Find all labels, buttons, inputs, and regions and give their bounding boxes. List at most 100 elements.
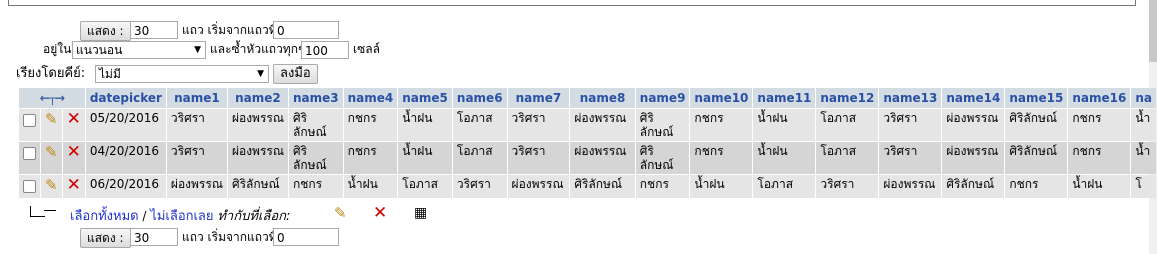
- table-cell[interactable]: ศิริ ลักษณ์: [288, 142, 343, 174]
- table-cell[interactable]: ผ่องพรรณ: [227, 109, 288, 141]
- table-cell[interactable]: โอภาส: [753, 175, 816, 198]
- table-cell[interactable]: 04/20/2016: [85, 142, 166, 174]
- table-cell[interactable]: น้ำ: [1131, 142, 1156, 174]
- table-cell[interactable]: วริศรา: [879, 109, 942, 141]
- table-cell[interactable]: วริศรา: [452, 175, 507, 198]
- edit-row-icon[interactable]: ✎: [45, 143, 58, 161]
- row-checkbox[interactable]: [23, 180, 36, 193]
- table-cell[interactable]: โอภาส: [816, 109, 879, 141]
- table-cell[interactable]: ผ่องพรรณ: [166, 175, 227, 198]
- column-header[interactable]: name2: [227, 88, 288, 108]
- table-cell[interactable]: กชกร: [690, 109, 753, 141]
- table-cell[interactable]: ศิริ ลักษณ์: [635, 109, 690, 141]
- edit-selected-icon[interactable]: ✎: [334, 205, 347, 221]
- table-cell[interactable]: โ: [1131, 175, 1156, 198]
- table-cell[interactable]: น้ำ: [1131, 109, 1156, 141]
- table-cell[interactable]: น้ำฝน: [1068, 175, 1131, 198]
- sort-key-select[interactable]: ไม่มี ▼: [95, 65, 269, 83]
- checkbox-cell[interactable]: [19, 175, 40, 198]
- row-checkbox[interactable]: [23, 114, 36, 127]
- column-header[interactable]: name1: [166, 88, 227, 108]
- column-arrows-icon[interactable]: ←┬→: [40, 91, 65, 105]
- delete-row-icon[interactable]: ✕: [67, 142, 81, 162]
- table-cell[interactable]: ศิริ ลักษณ์: [288, 109, 343, 141]
- column-header[interactable]: name8: [570, 88, 635, 108]
- table-cell[interactable]: ผ่องพรรณ: [879, 175, 942, 198]
- table-cell[interactable]: กชกร: [635, 175, 690, 198]
- column-header[interactable]: name6: [452, 88, 507, 108]
- edit-cell[interactable]: ✎: [41, 109, 62, 141]
- column-header[interactable]: datepicker: [85, 88, 166, 108]
- table-cell[interactable]: ผ่องพรรณ: [942, 109, 1005, 141]
- show-button-bottom[interactable]: แสดง :: [80, 228, 131, 248]
- table-cell[interactable]: ศิริลักษณ์: [570, 175, 635, 198]
- table-cell[interactable]: กชกร: [690, 142, 753, 174]
- table-cell[interactable]: ศิริลักษณ์: [942, 175, 1005, 198]
- column-header[interactable]: name10: [690, 88, 753, 108]
- table-cell[interactable]: กชกร: [343, 109, 398, 141]
- start-row-input[interactable]: 0: [273, 21, 339, 39]
- table-cell[interactable]: ศิริ ลักษณ์: [635, 142, 690, 174]
- table-cell[interactable]: ผ่องพรรณ: [942, 142, 1005, 174]
- table-cell[interactable]: น้ำฝน: [690, 175, 753, 198]
- column-header[interactable]: name4: [343, 88, 398, 108]
- go-button[interactable]: ลงมือ: [273, 64, 318, 84]
- edit-row-icon[interactable]: ✎: [45, 176, 58, 194]
- delete-cell[interactable]: ✕: [62, 142, 85, 174]
- edit-cell[interactable]: ✎: [41, 142, 62, 174]
- table-cell[interactable]: วริศรา: [166, 142, 227, 174]
- table-cell[interactable]: 05/20/2016: [85, 109, 166, 141]
- scrollbar-thumb[interactable]: [1149, 0, 1157, 62]
- column-header[interactable]: name16: [1068, 88, 1131, 108]
- table-cell[interactable]: น้ำฝน: [753, 109, 816, 141]
- column-header[interactable]: name11: [753, 88, 816, 108]
- checkbox-cell[interactable]: [19, 142, 40, 174]
- table-cell[interactable]: โอภาส: [452, 142, 507, 174]
- mode-select[interactable]: แนวนอน ▼: [72, 41, 206, 59]
- column-header[interactable]: name14: [942, 88, 1005, 108]
- rows-input[interactable]: 30: [130, 21, 178, 39]
- rows-input-bottom[interactable]: 30: [130, 228, 178, 246]
- table-cell[interactable]: น้ำฝน: [753, 142, 816, 174]
- delete-selected-icon[interactable]: ✕: [373, 205, 387, 222]
- column-header[interactable]: name3: [288, 88, 343, 108]
- table-cell[interactable]: วริศรา: [507, 109, 570, 141]
- table-cell[interactable]: โอภาส: [816, 142, 879, 174]
- delete-row-icon[interactable]: ✕: [67, 109, 81, 129]
- show-button[interactable]: แสดง :: [80, 21, 131, 41]
- repeat-header-input[interactable]: 100: [301, 41, 349, 59]
- delete-row-icon[interactable]: ✕: [67, 175, 81, 195]
- delete-cell[interactable]: ✕: [62, 109, 85, 141]
- table-cell[interactable]: วริศรา: [166, 109, 227, 141]
- column-header[interactable]: name7: [507, 88, 570, 108]
- table-cell[interactable]: ผ่องพรรณ: [570, 109, 635, 141]
- delete-cell[interactable]: ✕: [62, 175, 85, 198]
- table-cell[interactable]: ศิริลักษณ์: [1005, 109, 1068, 141]
- table-cell[interactable]: กชกร: [1068, 142, 1131, 174]
- table-cell[interactable]: วริศรา: [879, 142, 942, 174]
- table-cell[interactable]: กชกร: [1068, 109, 1131, 141]
- table-cell[interactable]: โอภาส: [398, 175, 452, 198]
- table-cell[interactable]: ศิริลักษณ์: [1005, 142, 1068, 174]
- table-cell[interactable]: น้ำฝน: [343, 175, 398, 198]
- table-cell[interactable]: กชกร: [343, 142, 398, 174]
- export-selected-icon[interactable]: ▦: [414, 205, 427, 221]
- column-header[interactable]: name9: [635, 88, 690, 108]
- table-cell[interactable]: น้ำฝน: [398, 142, 452, 174]
- column-header[interactable]: name5: [398, 88, 452, 108]
- table-cell[interactable]: ผ่องพรรณ: [570, 142, 635, 174]
- unselect-all-link[interactable]: ไม่เลือกเลย: [150, 209, 213, 224]
- table-cell[interactable]: กชกร: [288, 175, 343, 198]
- column-header[interactable]: na: [1131, 88, 1156, 108]
- column-header[interactable]: name13: [879, 88, 942, 108]
- checkbox-cell[interactable]: [19, 109, 40, 141]
- row-checkbox[interactable]: [23, 147, 36, 160]
- table-cell[interactable]: วริศรา: [507, 142, 570, 174]
- table-cell[interactable]: กชกร: [1005, 175, 1068, 198]
- table-cell[interactable]: โอภาส: [452, 109, 507, 141]
- table-cell[interactable]: ศิริลักษณ์: [227, 175, 288, 198]
- column-header[interactable]: name12: [816, 88, 879, 108]
- edit-row-icon[interactable]: ✎: [45, 110, 58, 128]
- select-all-link[interactable]: เลือกทั้งหมด: [70, 209, 139, 224]
- edit-cell[interactable]: ✎: [41, 175, 62, 198]
